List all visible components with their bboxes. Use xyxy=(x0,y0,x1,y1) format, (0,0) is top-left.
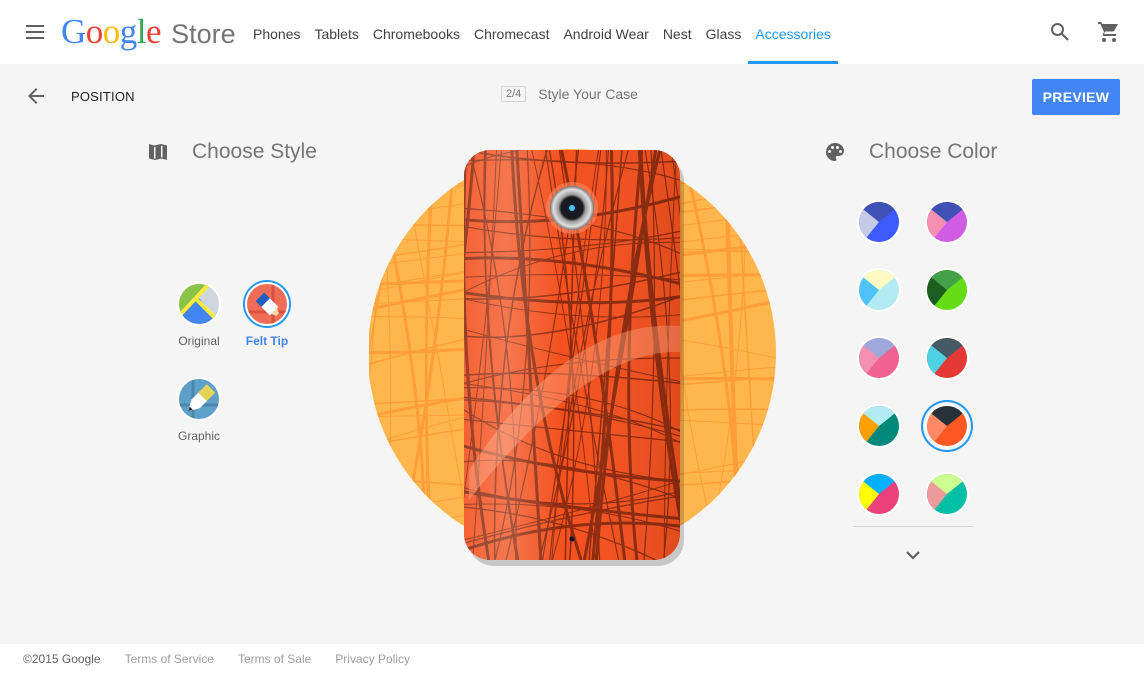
color-swatch[interactable] xyxy=(857,200,901,244)
style-label-graphic: Graphic xyxy=(177,429,221,443)
google-store-logo[interactable]: Google Store xyxy=(61,12,236,52)
style-option-felt-tip[interactable]: Felt Tip xyxy=(227,282,307,348)
store-wordmark: Store xyxy=(171,19,236,49)
choose-color-heading: Choose Color xyxy=(823,140,997,164)
nav-phones[interactable]: Phones xyxy=(246,0,307,64)
graphic-style-icon xyxy=(177,377,221,421)
chevron-down-icon[interactable] xyxy=(903,545,923,565)
terms-of-sale-link[interactable]: Terms of Sale xyxy=(238,652,311,666)
case-preview xyxy=(368,148,777,568)
choose-color-title: Choose Color xyxy=(869,140,998,163)
footer: ©2015 Google Terms of Service Terms of S… xyxy=(0,644,1144,674)
choose-style-heading: Choose Style xyxy=(146,140,317,164)
back-step-label[interactable]: POSITION xyxy=(71,89,135,104)
logo-letter: g xyxy=(119,12,138,51)
color-swatch[interactable] xyxy=(857,336,901,380)
color-swatch[interactable] xyxy=(925,268,969,312)
main-nav: Phones Tablets Chromebooks Chromecast An… xyxy=(246,0,839,64)
nav-chromebooks[interactable]: Chromebooks xyxy=(366,0,467,64)
color-swatch[interactable] xyxy=(857,268,901,312)
logo-letter: l xyxy=(136,12,147,51)
original-style-icon xyxy=(177,282,221,326)
choose-style-title: Choose Style xyxy=(192,140,317,163)
color-swatch[interactable] xyxy=(857,404,901,448)
logo-letter: e xyxy=(146,12,162,51)
nav-chromecast[interactable]: Chromecast xyxy=(467,0,556,64)
nav-tablets[interactable]: Tablets xyxy=(307,0,365,64)
terms-of-service-link[interactable]: Terms of Service xyxy=(125,652,214,666)
map-icon xyxy=(146,140,170,164)
color-swatch[interactable] xyxy=(857,472,901,516)
step-indicator: 2/4 Style Your Case xyxy=(501,86,638,102)
color-divider xyxy=(853,526,973,527)
nav-nest[interactable]: Nest xyxy=(656,0,699,64)
palette-icon xyxy=(823,140,847,164)
color-swatch[interactable] xyxy=(925,336,969,380)
flash-dot xyxy=(569,536,575,542)
back-arrow-icon[interactable] xyxy=(24,84,48,108)
nav-accessories[interactable]: Accessories xyxy=(748,0,839,64)
copyright: ©2015 Google xyxy=(23,652,101,666)
search-icon[interactable] xyxy=(1048,20,1072,44)
color-swatch[interactable] xyxy=(925,200,969,244)
google-wordmark: Google xyxy=(61,12,162,52)
camera-lens xyxy=(546,182,598,234)
top-app-bar: Google Store Phones Tablets Chromebooks … xyxy=(0,0,1144,64)
color-swatch[interactable] xyxy=(925,472,969,516)
logo-letter: o xyxy=(85,12,104,51)
step-title: Style Your Case xyxy=(538,86,638,102)
logo-letter: G xyxy=(61,12,86,51)
nav-glass[interactable]: Glass xyxy=(699,0,749,64)
privacy-policy-link[interactable]: Privacy Policy xyxy=(335,652,410,666)
preview-button[interactable]: PREVIEW xyxy=(1032,79,1120,115)
style-option-graphic[interactable]: Graphic xyxy=(159,377,239,443)
nav-android-wear[interactable]: Android Wear xyxy=(556,0,655,64)
menu-icon[interactable] xyxy=(24,22,48,42)
style-label-felt-tip: Felt Tip xyxy=(245,334,289,348)
logo-letter: o xyxy=(102,12,121,51)
color-swatch[interactable] xyxy=(925,404,969,448)
step-badge: 2/4 xyxy=(501,86,527,102)
felt-tip-style-icon xyxy=(245,282,289,326)
shopping-cart-icon[interactable] xyxy=(1097,20,1121,44)
